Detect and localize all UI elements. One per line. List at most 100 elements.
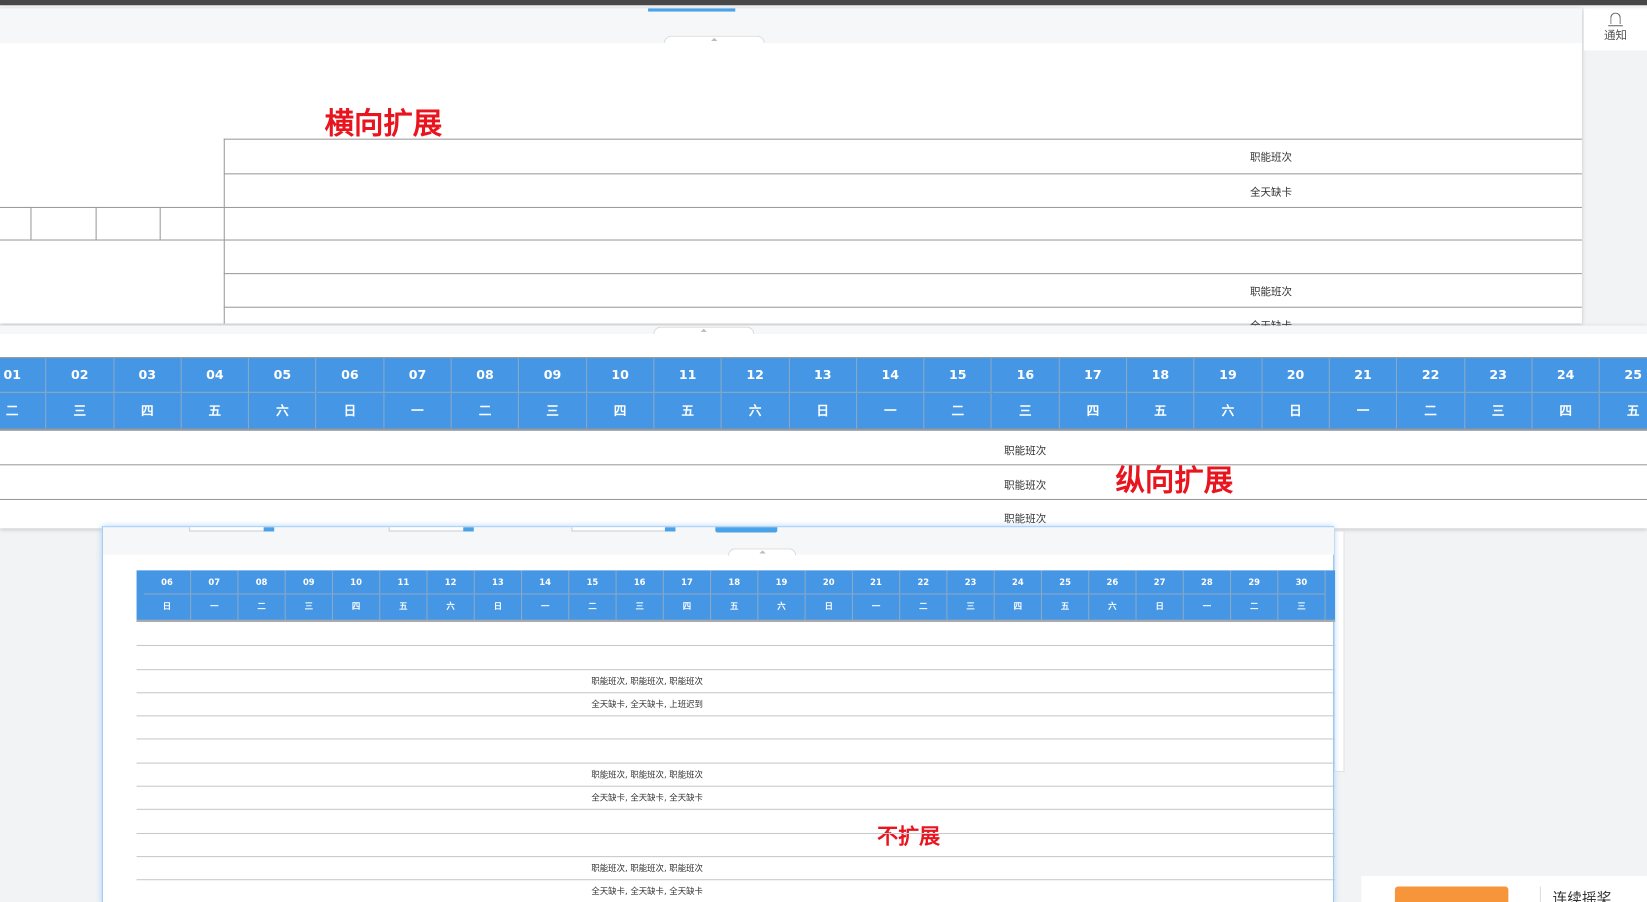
- weekday: 五: [730, 601, 739, 612]
- day-column: 08 二: [238, 570, 286, 620]
- weekday: 一: [1356, 403, 1370, 419]
- weekday: 二: [257, 601, 266, 612]
- day-number: 24: [994, 570, 1041, 595]
- row-divider: [223, 206, 1582, 208]
- table-border: [223, 138, 225, 324]
- weekday: 三: [546, 403, 559, 419]
- weekday: 六: [777, 601, 786, 612]
- weekday: 五: [1060, 601, 1070, 612]
- day-number: 20: [1262, 358, 1329, 393]
- table-cell: 职能班次: [1004, 513, 1047, 526]
- notification-button[interactable]: 通知: [1584, 8, 1647, 51]
- day-number: 16: [992, 358, 1059, 393]
- day-number: 11: [654, 358, 721, 393]
- active-tab-indicator[interactable]: [648, 8, 736, 12]
- row-divider: [223, 239, 1582, 241]
- day-number: 03: [114, 358, 181, 393]
- day-number: 16: [616, 570, 663, 595]
- table-row: 全天缺卡, 全天缺卡, 全天缺卡: [136, 787, 1336, 811]
- day-number: 09: [285, 570, 332, 595]
- panel-horizontal-expand: 横向扩展 职能班次全天缺卡职能班次全天缺卡: [0, 8, 1582, 332]
- weekday: 三: [304, 601, 314, 612]
- day-column: 11 五: [654, 358, 722, 429]
- day-column: 06 日: [316, 358, 385, 429]
- day-column: 02 三: [46, 358, 115, 429]
- day-column: 22 二: [900, 570, 948, 620]
- day-column: 28 一: [1183, 570, 1232, 620]
- window-top-bar: [0, 0, 1647, 6]
- day-column: 24 四: [1532, 358, 1600, 429]
- day-column: 16 三: [992, 358, 1060, 429]
- lottery-label[interactable]: 连续摇奖: [1552, 888, 1611, 902]
- day-number: 06: [316, 358, 384, 393]
- day-number: 26: [1089, 570, 1136, 595]
- cell-divider: [30, 206, 32, 240]
- weekday: 五: [208, 403, 222, 419]
- table-row: 全天缺卡, 全天缺卡, 全天缺卡: [137, 881, 1336, 902]
- widget-divider: [1539, 886, 1541, 902]
- day-number: 29: [1231, 570, 1278, 595]
- table-cell: 全天缺卡, 全天缺卡, 上班迟到: [591, 699, 703, 709]
- day-number: 09: [519, 358, 586, 393]
- search-button[interactable]: [715, 527, 778, 533]
- day-number: 23: [1464, 358, 1532, 393]
- day-number: 01: [0, 358, 46, 393]
- day-number: 13: [474, 570, 521, 595]
- bell-icon: [1608, 12, 1623, 27]
- bottom-widget: 连续摇奖: [1361, 876, 1647, 902]
- day-column: 14 一: [857, 358, 925, 429]
- day-number: 20: [805, 570, 852, 595]
- table-row: 职能班次, 职能班次, 职能班次: [136, 763, 1336, 787]
- table-row: 职能班次, 职能班次, 职能班次: [136, 670, 1336, 694]
- day-number: 25: [1041, 570, 1089, 595]
- day-number: 17: [663, 570, 711, 595]
- weekday: 日: [1155, 601, 1164, 612]
- annotation-horizontal: 横向扩展: [324, 106, 443, 141]
- weekday: 三: [73, 403, 87, 419]
- filter-input[interactable]: [571, 527, 676, 532]
- day-number: 23: [947, 570, 994, 595]
- day-number: 13: [789, 358, 856, 393]
- collapse-toggle[interactable]: [663, 35, 765, 44]
- row-divider: [223, 138, 1582, 140]
- row-divider: [223, 273, 1582, 275]
- day-number: 18: [711, 570, 758, 595]
- day-column: 22 二: [1397, 358, 1465, 429]
- row-divider: [0, 239, 224, 241]
- weekday: 日: [343, 403, 357, 419]
- calendar-header: 06 日 07 一 08 二 09 三 10 四 11 五 12 六 13 日 14 一 15 二 16 三 17 四 18 五 1…: [136, 570, 1336, 622]
- day-column: 30 三: [1278, 570, 1326, 620]
- filter-input[interactable]: [189, 527, 275, 532]
- calendar-header: 01 二 02 三 03 四 04 五 05 六 06 日 07 一 08 二 09 三 10 四 11 五 12 六 13 日 1…: [0, 357, 1647, 431]
- day-column: 15 二: [569, 570, 617, 620]
- day-number: 08: [451, 358, 519, 393]
- filter-input[interactable]: [388, 527, 474, 532]
- weekday: 四: [140, 403, 154, 419]
- day-column: 01 二: [0, 358, 47, 429]
- table-cell: 职能班次: [1249, 152, 1292, 164]
- weekday: 六: [1108, 601, 1117, 612]
- weekday: 日: [824, 601, 833, 612]
- table-cell: 全天缺卡, 全天缺卡, 全天缺卡: [591, 793, 703, 803]
- day-number: 17: [1059, 358, 1127, 393]
- collapse-toggle[interactable]: [653, 326, 755, 335]
- day-number: 07: [384, 358, 451, 393]
- day-number: 19: [1194, 358, 1262, 393]
- weekday: 四: [613, 403, 627, 419]
- weekday: 二: [5, 403, 19, 419]
- day-number: 04: [181, 358, 249, 393]
- weekday: 日: [1289, 403, 1302, 419]
- day-number: 08: [238, 570, 285, 595]
- day-column: 19 六: [758, 570, 806, 620]
- weekday: 二: [478, 403, 492, 419]
- table-row: 职能班次: [0, 499, 1647, 528]
- table-cell: 职能班次, 职能班次, 职能班次: [591, 676, 703, 686]
- day-column: 12 六: [721, 358, 790, 429]
- collapse-toggle[interactable]: [727, 548, 797, 556]
- lottery-button[interactable]: [1394, 886, 1509, 902]
- table-cell: 职能班次, 职能班次, 职能班次: [591, 769, 703, 780]
- weekday: 二: [1424, 403, 1437, 419]
- weekday: 日: [493, 601, 503, 612]
- day-number: 22: [1397, 358, 1464, 393]
- day-number: 24: [1532, 358, 1599, 393]
